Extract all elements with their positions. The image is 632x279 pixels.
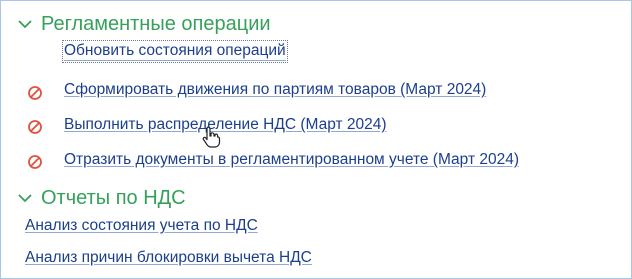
vat-distribution-link[interactable]: Выполнить распределение НДС (Март 2024) [64,116,387,134]
panel-frame: Регламентные операции Обновить состояния… [0,0,632,279]
section-title: Регламентные операции [41,12,271,35]
error-prohibited-icon [28,120,42,134]
error-prohibited-icon [28,86,42,100]
reflect-documents-link[interactable]: Отразить документы в регламентированном … [64,151,519,169]
vat-deduction-block-reasons-report-link[interactable]: Анализ причин блокировки вычета НДС [25,249,312,267]
error-prohibited-icon [28,155,42,169]
chevron-down-icon [18,194,32,203]
chevron-down-icon [18,20,32,29]
update-operations-link[interactable]: Обновить состояния операций [62,40,288,63]
form-batch-movements-link[interactable]: Сформировать движения по партиям товаров… [64,81,486,99]
section-header-regulatory-operations[interactable]: Регламентные операции [15,11,271,37]
hand-pointer-icon [202,126,221,148]
vat-accounting-status-report-link[interactable]: Анализ состояния учета по НДС [25,217,258,235]
section-header-vat-reports[interactable]: Отчеты по НДС [15,185,186,211]
section-title: Отчеты по НДС [41,186,186,209]
